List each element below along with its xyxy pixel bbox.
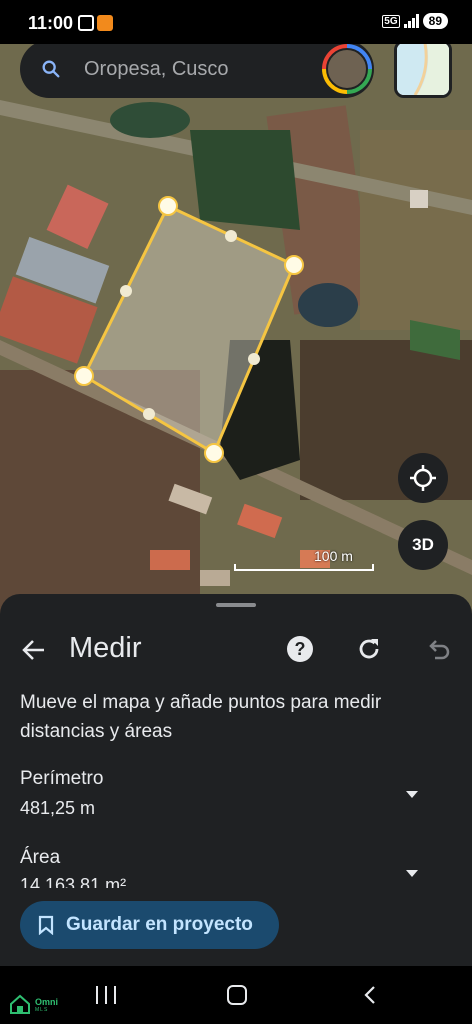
- save-to-project-button[interactable]: Guardar en proyecto: [20, 901, 279, 949]
- refresh-icon[interactable]: [355, 635, 383, 663]
- perimeter-label: Perímetro: [20, 768, 104, 789]
- system-nav-bar: Omni MLS: [0, 966, 472, 1024]
- location-target-icon: [410, 465, 436, 491]
- vertex-point: [204, 443, 224, 463]
- help-icon[interactable]: ?: [287, 636, 313, 662]
- signal-icon: [403, 14, 419, 28]
- house-icon: [10, 994, 30, 1014]
- search-input[interactable]: Oropesa, Cusco: [84, 58, 229, 81]
- midpoint-handle: [143, 408, 155, 420]
- page-title: Medir: [69, 632, 142, 664]
- bookmark-icon: [38, 915, 54, 935]
- screenshot-icon: [78, 15, 94, 31]
- map-scale: 100 m: [234, 548, 374, 572]
- omni-mls-logo: Omni MLS: [8, 992, 68, 1020]
- undo-icon[interactable]: [424, 635, 452, 663]
- save-button-label: Guardar en proyecto: [66, 914, 253, 935]
- midpoint-handle: [225, 230, 237, 242]
- chevron-down-icon[interactable]: [406, 791, 418, 798]
- vertex-point: [158, 196, 178, 216]
- home-button[interactable]: [227, 985, 247, 1005]
- my-location-button[interactable]: [398, 453, 448, 503]
- instructions-text: Mueve el mapa y añade puntos para medir …: [20, 692, 382, 742]
- status-bar: 11:00 5G 89: [0, 0, 472, 44]
- status-time: 11:00: [28, 13, 74, 33]
- logo-text: Omni: [35, 997, 59, 1007]
- layers-button[interactable]: [394, 40, 452, 98]
- drag-handle[interactable]: [216, 603, 256, 607]
- scale-bar: [234, 564, 374, 571]
- save-bar: Guardar en proyecto: [0, 888, 472, 966]
- logo-subtext: MLS: [35, 1007, 49, 1013]
- scale-label: 100 m: [314, 548, 353, 564]
- perimeter-value: 481,25 m: [20, 798, 96, 818]
- avatar[interactable]: [322, 44, 372, 94]
- recents-button[interactable]: [96, 986, 116, 1004]
- avatar-image: [326, 48, 368, 90]
- midpoint-handle: [120, 285, 132, 297]
- status-indicators: 5G 89: [382, 13, 448, 29]
- area-label: Área: [20, 847, 61, 868]
- chevron-down-icon[interactable]: [406, 870, 418, 877]
- vertex-point: [284, 255, 304, 275]
- midpoint-handle: [248, 353, 260, 365]
- search-bar[interactable]: Oropesa, Cusco: [20, 40, 374, 98]
- vertex-point: [74, 366, 94, 386]
- notification-app-icon: [97, 15, 113, 31]
- map-thumbnail-icon: [397, 43, 449, 95]
- network-type: 5G: [382, 14, 400, 28]
- back-arrow-icon[interactable]: [20, 636, 48, 664]
- 3d-toggle-button[interactable]: 3D: [398, 520, 448, 570]
- nav-back-icon[interactable]: [362, 985, 378, 1005]
- search-icon: [42, 60, 60, 78]
- battery-level: 89: [422, 13, 448, 29]
